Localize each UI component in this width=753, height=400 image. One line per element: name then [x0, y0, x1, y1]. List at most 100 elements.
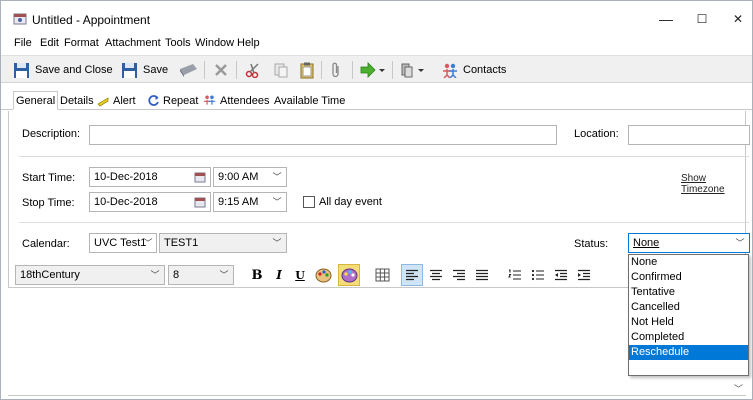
location-input[interactable] [628, 125, 750, 145]
indent-icon [578, 269, 590, 281]
paste-button[interactable] [299, 60, 315, 80]
save-and-close-label: Save and Close [35, 64, 113, 76]
print-button[interactable] [177, 60, 199, 80]
table-grid-icon [375, 268, 389, 282]
toolbar-separator [392, 61, 393, 79]
stop-date-input[interactable]: 10-Dec-2018 [89, 192, 211, 212]
status-option-none[interactable]: None [629, 255, 748, 270]
tab-details[interactable]: Details [58, 91, 96, 110]
contacts-button[interactable]: Contacts [441, 60, 506, 80]
show-timezone-link[interactable]: Show Timezone [681, 173, 745, 195]
description-label: Description: [22, 128, 81, 140]
window-title: Untitled - Appointment [32, 13, 151, 27]
chevron-down-icon: ﹀ [272, 197, 282, 207]
tab-available-time[interactable]: Available Time [272, 91, 347, 110]
close-button[interactable]: ✕ [720, 7, 752, 31]
tab-attendees-label: Attendees [220, 94, 270, 107]
numbered-list-icon [508, 269, 521, 280]
palette-icon [315, 268, 331, 282]
maximize-button[interactable]: ☐ [684, 7, 720, 31]
underline-button[interactable]: U [292, 264, 308, 286]
align-left-button[interactable] [401, 264, 423, 286]
tab-repeat-label: Repeat [163, 94, 199, 107]
cut-button[interactable] [245, 60, 261, 80]
contacts-label: Contacts [463, 64, 507, 76]
tab-repeat[interactable]: Repeat [145, 91, 200, 110]
status-option-confirmed[interactable]: Confirmed [629, 270, 748, 285]
align-center-button[interactable] [426, 264, 446, 286]
menu-help[interactable]: Help [237, 37, 260, 49]
calendar-folder-select[interactable]: TEST1 ﹀ [159, 233, 287, 253]
menu-bar: File Edit Format Attachment Tools Window… [1, 34, 752, 54]
description-input[interactable] [89, 125, 557, 145]
chevron-down-icon: ﹀ [150, 270, 160, 280]
attendees-icon [203, 95, 216, 105]
copy-button[interactable] [273, 60, 289, 80]
numbered-list-button[interactable] [505, 264, 525, 286]
align-center-icon [430, 269, 442, 281]
text-color-button[interactable] [313, 264, 333, 286]
tab-details-label: Details [60, 94, 94, 107]
start-time-value: 9:00 AM [218, 171, 259, 183]
start-time-select[interactable]: 9:00 AM ﹀ [213, 167, 287, 187]
tab-alert[interactable]: Alert [94, 91, 138, 110]
title-bar: Untitled - Appointment — ☐ ✕ [1, 1, 752, 33]
save-button[interactable]: Save [121, 60, 168, 80]
tab-general-label: General [16, 94, 56, 107]
status-option-completed[interactable]: Completed [629, 330, 748, 345]
copy-icon [274, 63, 288, 78]
toolbar-separator [321, 61, 322, 79]
outdent-icon [555, 269, 567, 281]
save-and-close-button[interactable]: Save and Close [13, 60, 113, 80]
status-option-not-held[interactable]: Not Held [629, 315, 748, 330]
paperclip-icon [332, 62, 339, 77]
menu-attachment[interactable]: Attachment [105, 37, 161, 49]
justify-button[interactable] [472, 264, 492, 286]
tab-attendees[interactable]: Attendees [200, 91, 272, 110]
attendees-icon [443, 63, 457, 78]
font-size-select[interactable]: 8 ﹀ [168, 265, 234, 285]
stop-time-select[interactable]: 9:15 AM ﹀ [213, 192, 287, 212]
scroll-down-icon[interactable]: ﹀ [734, 382, 743, 395]
chevron-down-icon: ﹀ [272, 172, 282, 182]
menu-window[interactable]: Window [195, 37, 234, 49]
move-icon [401, 63, 424, 78]
menu-tools[interactable]: Tools [165, 37, 191, 49]
attach-button[interactable] [329, 60, 343, 80]
status-option-cancelled[interactable]: Cancelled [629, 300, 748, 315]
menu-format[interactable]: Format [64, 37, 99, 49]
highlight-color-button[interactable] [338, 264, 360, 286]
calendar-icon[interactable] [194, 171, 206, 183]
menu-edit[interactable]: Edit [40, 37, 59, 49]
calendar-select[interactable]: UVC Test1 ﹀ [89, 233, 157, 253]
font-size-value: 8 [173, 269, 180, 281]
italic-button[interactable]: I [271, 264, 287, 286]
all-day-checkbox[interactable] [303, 196, 315, 208]
font-select[interactable]: 18thCentury ﹀ [15, 265, 165, 285]
status-option-reschedule[interactable]: Reschedule [629, 345, 748, 360]
table-button[interactable] [373, 264, 391, 286]
forward-button[interactable] [360, 60, 386, 80]
bold-button[interactable]: B [249, 264, 265, 286]
calendar-folder-value: TEST1 [164, 237, 199, 249]
status-option-tentative[interactable]: Tentative [629, 285, 748, 300]
calendar-icon[interactable] [194, 196, 206, 208]
status-label: Status: [574, 238, 609, 250]
toolbar-separator [236, 61, 237, 79]
align-right-button[interactable] [449, 264, 469, 286]
start-date-input[interactable]: 10-Dec-2018 [89, 167, 211, 187]
tab-general[interactable]: General [13, 91, 59, 110]
minimize-button[interactable]: — [648, 7, 684, 31]
floppy-icon [14, 62, 29, 78]
outdent-button[interactable] [551, 264, 571, 286]
move-button[interactable] [399, 60, 425, 80]
start-time-label: Start Time: [22, 172, 76, 184]
align-justify-icon [476, 269, 488, 281]
menu-file[interactable]: File [14, 37, 32, 49]
clipboard-icon [300, 62, 314, 78]
status-select[interactable]: None ﹀ [628, 233, 750, 253]
bullet-list-button[interactable] [528, 264, 548, 286]
indent-button[interactable] [574, 264, 594, 286]
delete-button[interactable] [213, 60, 229, 80]
toolbar: Save and Close Save Contacts [1, 55, 752, 83]
